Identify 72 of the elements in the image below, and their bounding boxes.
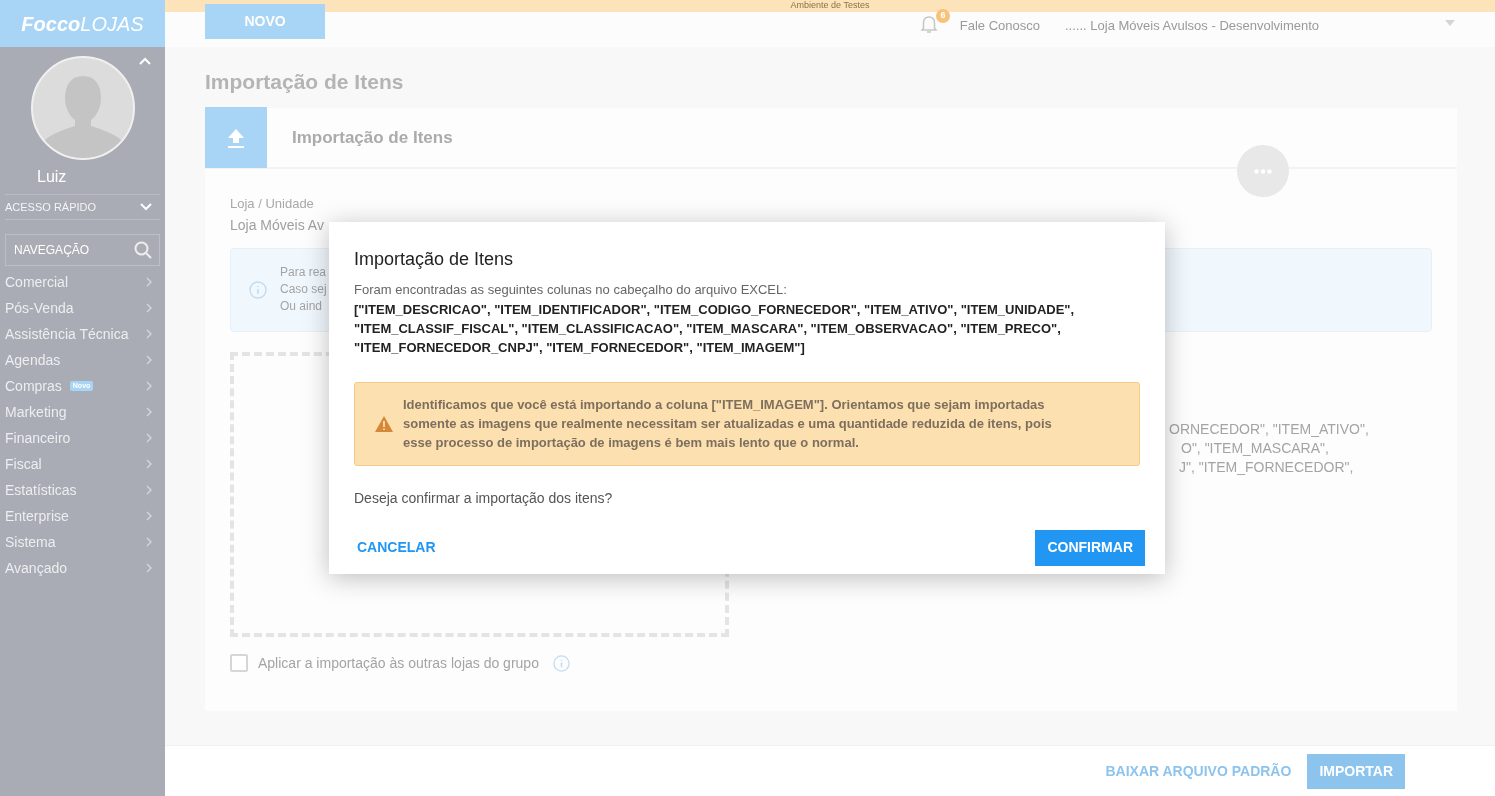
chevron-right-icon [146,355,152,365]
checkbox[interactable] [230,654,248,672]
store-label: Loja / Unidade [230,195,315,213]
chevron-right-icon [146,433,152,443]
info-text: Para rea [280,264,327,281]
columns-text: ORNECEDOR", "ITEM_ATIVO", [1169,419,1369,439]
new-button[interactable]: NOVO [205,4,325,39]
info-text: Caso sej [280,281,327,298]
nav-item-label: Estatísticas [5,480,77,500]
warning-text: Identificamos que você está importando a coluna ["ITEM_IMAGEM"]. Orientamos que sejam importadas somente as imagens que realmente necessitam ser atualizadas e uma quantidade reduzida de itens, pois esse processo de importação de imagens é bem mais lento que o normal. [403,396,1053,452]
store-selector[interactable]: ...... Loja Móveis Avulsos - Desenvolvimento [1065,16,1445,36]
columns-text: O", "ITEM_MASCARA", [1181,438,1330,458]
store-value: Loja Móveis Av [230,215,325,235]
nav-item[interactable]: Fiscal [0,451,165,477]
nav-item[interactable]: Assistência Técnica [0,321,165,347]
nav-item[interactable]: Comercial [0,269,165,295]
contact-link[interactable]: Fale Conosco [959,16,1040,36]
chevron-right-icon [146,381,152,391]
nav-item[interactable]: Marketing [0,399,165,425]
nav-item-label: Pós-Venda [5,298,74,318]
nav-item[interactable]: Financeiro [0,425,165,451]
chevron-right-icon [146,407,152,417]
columns-text: J", "ITEM_FORNECEDOR", [1179,457,1355,477]
nav-item[interactable]: Agendas [0,347,165,373]
cancel-button[interactable]: CANCELAR [357,537,436,558]
page-title: Importação de Itens [205,69,405,92]
quick-access-label: ACESSO RÁPIDO [5,199,97,215]
chevron-right-icon [146,277,152,287]
chevron-right-icon [146,329,152,339]
warning-icon [375,415,393,432]
search-icon[interactable] [134,241,152,259]
nav-item[interactable]: Enterprise [0,503,165,529]
chevron-right-icon [146,537,152,547]
nav-item-label: Compras [5,376,62,396]
chevron-right-icon [146,459,152,469]
chevron-right-icon [146,303,152,313]
dialog-title: Importação de Itens [354,248,515,271]
nav-item[interactable]: Pós-Venda [0,295,165,321]
user-name: Luiz [37,167,67,187]
confirm-button[interactable]: CONFIRMAR [1035,529,1145,566]
import-button[interactable]: IMPORTAR [1307,753,1405,789]
nav-item-label: Financeiro [5,428,71,448]
info-icon [552,654,570,672]
environment-label: Ambiente de Testes [790,0,870,12]
columns-list: ["ITEM_DESCRICAO", "ITEM_IDENTIFICADOR", "ITEM_CODIGO_FORNECEDOR", "ITEM_ATIVO", "ITEM_UNIDADE", "ITEM_CLASSIF_FISCAL", "ITEM_CLASSIFICACAO", "ITEM_MASCARA", "ITEM_OBSERVACAO", "ITEM_PRECO", "ITEM_FORNECEDOR_CNPJ", "ITEM_FORNECEDOR", "ITEM_IMAGEM"] [354,299,1140,357]
notifications-bell-icon[interactable] [919,15,938,35]
checkbox-label: Aplicar a importação às outras lojas do grupo [258,653,539,673]
info-icon [249,280,267,299]
nav-item-label: Comercial [5,272,68,292]
dialog-question: Deseja confirmar a importação dos itens? [354,488,614,508]
nav-item-label: Sistema [5,532,56,552]
info-text: Ou aind [280,298,324,315]
navigation-search-field[interactable]: NAVEGAÇÃO [5,234,160,266]
app-logo[interactable]: FoccoLOJAS [0,0,165,47]
nav-item[interactable]: Estatísticas [0,477,165,503]
nav-item[interactable]: Avançado [0,555,165,581]
dropdown-arrow-icon[interactable] [1445,20,1455,26]
nav-item[interactable]: Sistema [0,529,165,555]
nav-item-label: Marketing [5,402,67,422]
nav-item-label: Agendas [5,350,61,370]
chevron-right-icon [146,485,152,495]
nav-item-label: Enterprise [5,506,69,526]
card-title: Importação de Itens [292,126,453,149]
nav-item-label: Assistência Técnica [5,324,129,344]
chevron-right-icon [146,511,152,521]
chevron-down-icon[interactable] [140,203,152,211]
collapse-icon[interactable] [139,57,151,65]
nav-item-label: Avançado [5,558,67,578]
download-template-link[interactable]: BAIXAR ARQUIVO PADRÃO [1105,760,1292,782]
chevron-right-icon [146,563,152,573]
dialog-intro: Foram encontradas as seguintes colunas no cabeçalho do arquivo EXCEL: [354,281,788,299]
nav-item-label: Fiscal [5,454,42,474]
